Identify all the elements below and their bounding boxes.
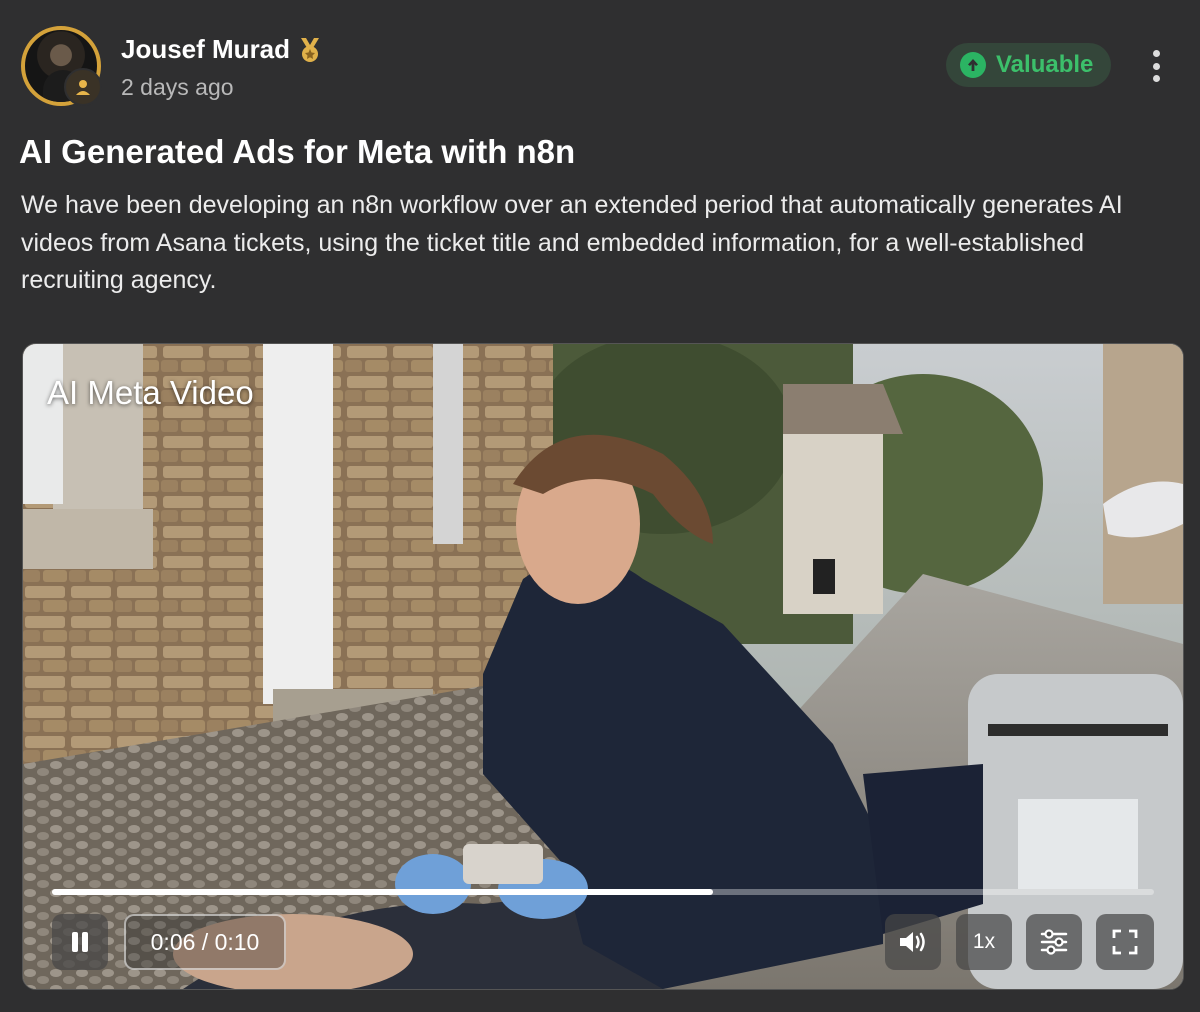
pause-button[interactable] bbox=[52, 914, 108, 970]
progress-bar[interactable] bbox=[52, 889, 1154, 895]
post-body: We have been developing an n8n workflow … bbox=[21, 191, 1123, 294]
volume-icon bbox=[900, 932, 925, 952]
settings-button[interactable] bbox=[1026, 914, 1082, 970]
valuable-label: Valuable bbox=[996, 51, 1094, 78]
volume-button[interactable] bbox=[885, 914, 941, 970]
time-display: 0:06 / 0:10 bbox=[124, 914, 286, 970]
medal-icon bbox=[301, 38, 319, 62]
valuable-badge[interactable]: Valuable bbox=[946, 43, 1111, 87]
video-title: AI Meta Video bbox=[47, 374, 254, 411]
user-icon bbox=[64, 68, 102, 106]
post-title: AI Generated Ads for Meta with n8n bbox=[19, 133, 576, 170]
author-name[interactable]: Jousef Murad bbox=[121, 34, 290, 65]
post-timestamp: 2 days ago bbox=[121, 74, 234, 100]
fullscreen-icon bbox=[1112, 929, 1138, 955]
fullscreen-button[interactable] bbox=[1096, 914, 1154, 970]
progress-fill bbox=[52, 889, 714, 895]
video-player[interactable]: AI Meta Video 0:06 / 0:10 1x bbox=[22, 343, 1184, 990]
pause-icon bbox=[72, 932, 88, 952]
arrow-up-icon bbox=[960, 52, 986, 78]
post-header: Jousef Murad 2 days ago Valuable bbox=[0, 0, 1200, 120]
sliders-icon bbox=[1040, 929, 1068, 955]
more-vertical-icon[interactable] bbox=[1142, 50, 1170, 82]
speed-button[interactable]: 1x bbox=[956, 914, 1012, 970]
